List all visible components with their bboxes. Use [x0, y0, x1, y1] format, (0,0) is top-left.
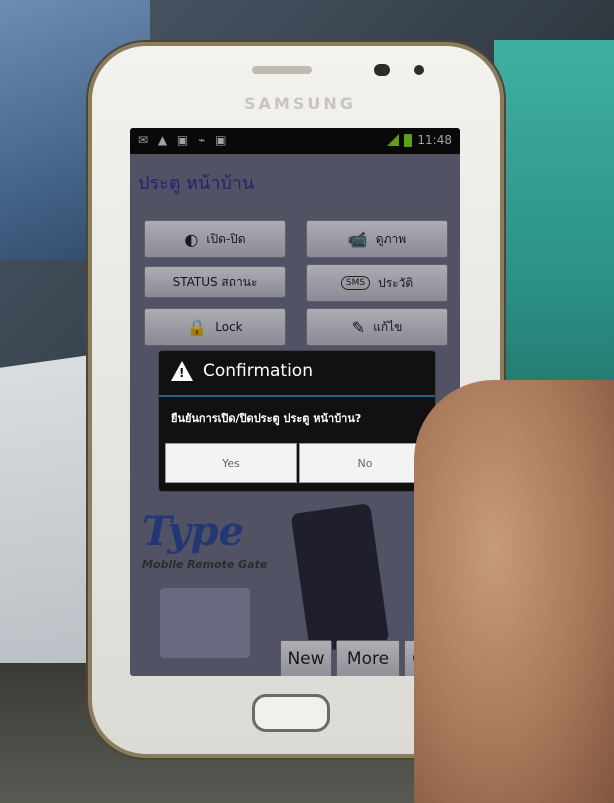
speaker-grille	[252, 66, 312, 74]
dialog-title: Confirmation	[203, 361, 313, 381]
sensor	[414, 65, 424, 75]
yes-button[interactable]: Yes	[165, 443, 297, 483]
front-camera	[374, 64, 390, 76]
hand	[414, 380, 614, 803]
dialog-header: ! Confirmation	[171, 361, 313, 381]
no-button[interactable]: No	[299, 443, 431, 483]
dialog-message: ยืนยันการเปิด/ปิดประตู ประตู หน้าบ้าน?	[171, 412, 362, 425]
brand-logo: SAMSUNG	[244, 94, 356, 113]
confirmation-dialog: ! Confirmation ยืนยันการเปิด/ปิดประตู ปร…	[158, 350, 436, 492]
phone-screen: ✉ ▲ ▣ ⌁ ▣ 11:48 ประตู หน้าบ้าน ◐ เปิด-ปิ…	[130, 128, 460, 676]
home-button[interactable]	[252, 694, 330, 732]
warning-icon: !	[171, 361, 193, 381]
dialog-divider	[159, 395, 435, 397]
